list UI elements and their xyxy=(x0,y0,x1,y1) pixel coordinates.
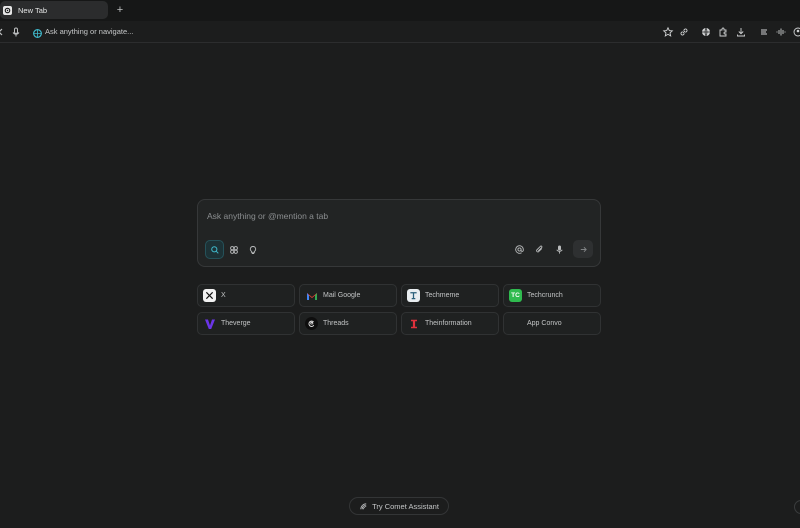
omnibox-input[interactable]: Ask anything or navigate... xyxy=(45,27,133,36)
mode-selector xyxy=(205,240,262,259)
shortcut-label: App Convo xyxy=(527,320,562,327)
at-mention-icon[interactable] xyxy=(514,244,525,255)
shortcut-techmeme[interactable]: Techmeme xyxy=(401,284,499,307)
download-icon[interactable] xyxy=(735,26,747,38)
tab-title: New Tab xyxy=(18,5,48,15)
lightbulb-icon xyxy=(249,245,256,254)
shortcut-label: X xyxy=(221,292,226,299)
techcrunch-logo-icon: TC xyxy=(509,289,522,302)
shortcut-label: Mail Google xyxy=(323,292,361,299)
search-icon xyxy=(210,245,219,254)
comet-assistant-icon xyxy=(360,502,367,509)
x-logo-icon xyxy=(203,289,216,302)
toolbar: Ask anything or navigate... xyxy=(0,21,800,43)
tab-strip: New Tab + xyxy=(0,0,800,21)
techmeme-logo-icon xyxy=(407,289,420,302)
audio-wave-icon[interactable] xyxy=(775,26,787,38)
shortcut-x[interactable]: X xyxy=(197,284,295,307)
profile-icon[interactable] xyxy=(792,26,800,38)
shortcut-label: Techmeme xyxy=(425,292,460,299)
search-mode-button[interactable] xyxy=(205,240,224,259)
theinformation-logo-icon xyxy=(407,317,420,330)
shortcut-mail-google[interactable]: Mail Google xyxy=(299,284,397,307)
research-mode-button[interactable] xyxy=(224,240,243,259)
shortcut-theinformation[interactable]: Theinformation xyxy=(401,312,499,335)
star-icon[interactable] xyxy=(662,26,674,38)
voice-input-icon[interactable] xyxy=(554,244,565,255)
send-button[interactable] xyxy=(573,240,593,258)
blank-logo-icon xyxy=(509,317,522,330)
research-icon xyxy=(229,245,238,254)
shortcut-threads[interactable]: Threads xyxy=(299,312,397,335)
back-icon[interactable] xyxy=(0,26,6,38)
send-arrow-icon xyxy=(580,246,587,252)
tab-new-tab[interactable]: New Tab xyxy=(0,1,108,19)
new-tab-button[interactable]: + xyxy=(114,3,126,17)
composer-input[interactable] xyxy=(207,209,587,223)
link-icon[interactable] xyxy=(678,26,690,38)
extensions-icon[interactable] xyxy=(717,26,729,38)
comet-logo-icon xyxy=(32,26,43,38)
shortcut-label: Theverge xyxy=(221,320,251,327)
corner-help-icon[interactable] xyxy=(794,500,800,514)
threads-logo-icon xyxy=(305,317,318,330)
attach-icon[interactable] xyxy=(534,244,545,255)
shortcut-label: Techcrunch xyxy=(527,292,563,299)
try-comet-assistant-button[interactable]: Try Comet Assistant xyxy=(349,497,449,515)
microphone-icon[interactable] xyxy=(10,26,22,38)
shortcut-label: Theinformation xyxy=(425,320,472,327)
menu-lines-icon[interactable] xyxy=(758,26,770,38)
shortcut-theverge[interactable]: Theverge xyxy=(197,312,295,335)
shortcut-app-convo[interactable]: App Convo xyxy=(503,312,601,335)
comet-favicon-icon xyxy=(3,5,12,15)
globe-icon[interactable] xyxy=(700,26,712,38)
verge-logo-icon xyxy=(203,317,216,330)
assistant-label: Try Comet Assistant xyxy=(372,501,439,511)
gmail-logo-icon xyxy=(305,289,318,302)
shortcut-label: Threads xyxy=(323,320,349,327)
shortcut-techcrunch[interactable]: TC Techcrunch xyxy=(503,284,601,307)
labs-mode-button[interactable] xyxy=(243,240,262,259)
